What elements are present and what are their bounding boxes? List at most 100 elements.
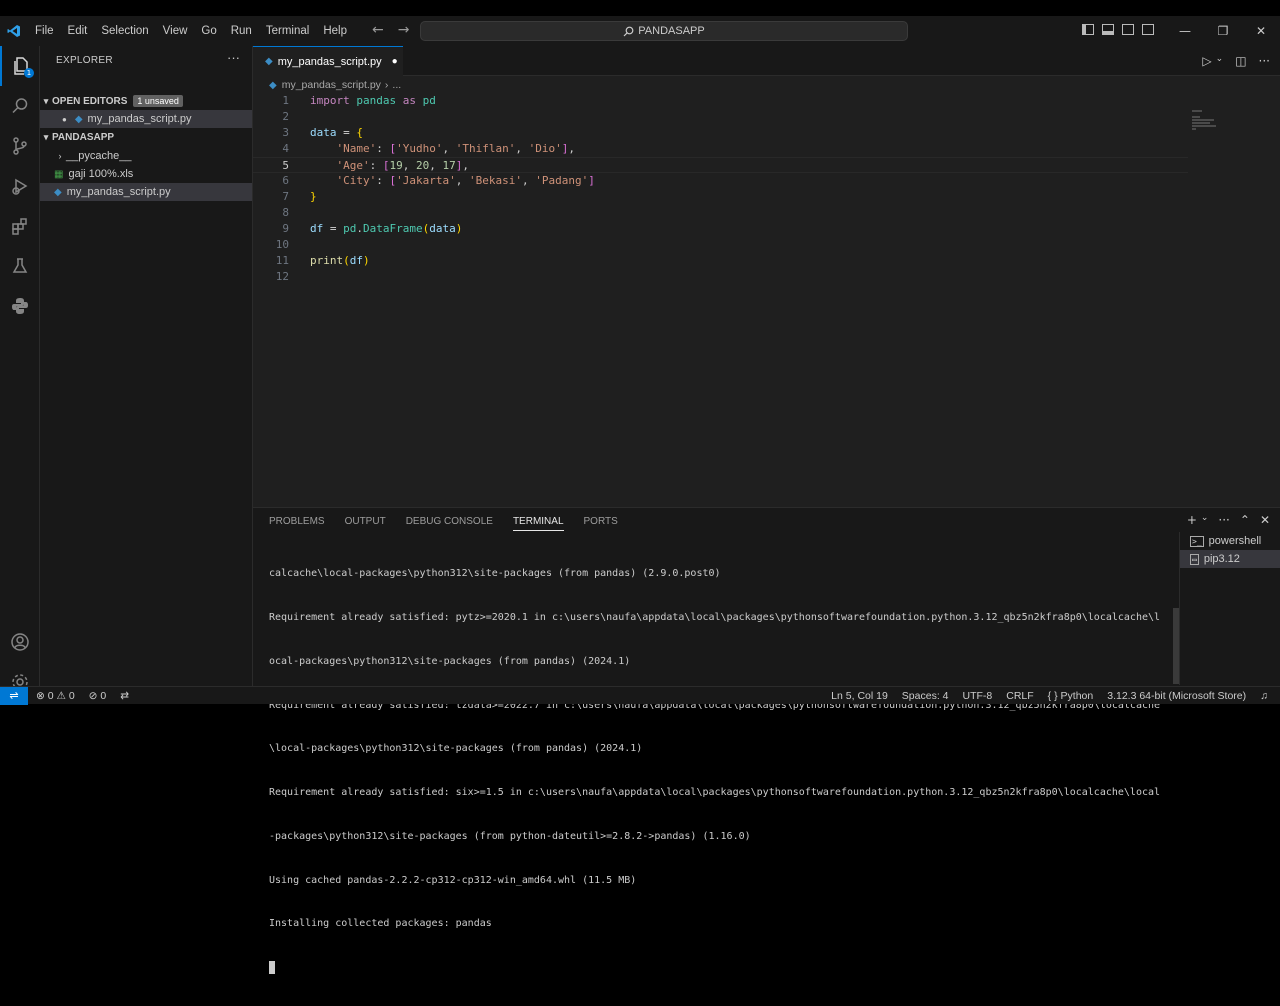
search-icon[interactable] <box>0 86 40 126</box>
terminal-item-powershell[interactable]: >_ powershell <box>1180 532 1280 550</box>
breadcrumb-symbols[interactable]: ... <box>392 79 401 91</box>
tab-problems[interactable]: PROBLEMS <box>269 516 325 531</box>
terminal-name: powershell <box>1208 535 1262 547</box>
title-bar: File Edit Selection View Go Run Terminal… <box>0 16 1280 46</box>
folder-label: PANDASAPP <box>52 131 115 143</box>
explorer-icon[interactable]: 1 <box>0 46 40 86</box>
close-panel-icon[interactable]: ✕ <box>1260 513 1270 527</box>
tab-label: my_pandas_script.py <box>277 55 382 68</box>
testing-icon[interactable] <box>0 246 40 286</box>
menu-edit[interactable]: Edit <box>61 25 95 37</box>
toggle-primary-sidebar-icon[interactable] <box>1082 24 1094 35</box>
run-python-file-icon[interactable]: ▷ <box>1202 54 1211 68</box>
menu-run[interactable]: Run <box>224 25 259 37</box>
terminal-name: pip3.12 <box>1203 553 1240 565</box>
vscode-logo-icon <box>0 16 28 46</box>
code-line: 8 <box>282 206 289 219</box>
folder-section[interactable]: ▾ PANDASAPP <box>40 128 252 146</box>
toggle-secondary-sidebar-icon[interactable] <box>1122 24 1134 35</box>
explorer-sidebar: EXPLORER ··· ▾ OPEN EDITORS 1 unsaved ● … <box>40 46 253 686</box>
code-line: 12 <box>275 270 289 283</box>
open-editor-filename: my_pandas_script.py <box>87 113 192 125</box>
tab-output[interactable]: OUTPUT <box>345 516 386 531</box>
split-editor-icon[interactable]: ◫ <box>1235 54 1246 68</box>
terminal-line: calcache\local-packages\python312\site-p… <box>269 568 721 580</box>
code-line: 4 'Name': ['Yudho', 'Thiflan', 'Dio'], <box>282 142 575 155</box>
panel-tabs: PROBLEMS OUTPUT DEBUG CONSOLE TERMINAL P… <box>269 516 618 531</box>
dirty-dot-icon[interactable]: ● <box>62 115 67 124</box>
editor-tab-script[interactable]: ◆ my_pandas_script.py ● <box>253 46 403 76</box>
vscode-window: File Edit Selection View Go Run Terminal… <box>0 16 1280 975</box>
minimize-button[interactable]: — <box>1166 16 1204 46</box>
terminal-line: Using cached pandas-2.2.2-cp312-cp312-wi… <box>269 874 637 886</box>
account-icon[interactable] <box>0 622 40 662</box>
run-debug-icon[interactable] <box>0 166 40 206</box>
indentation[interactable]: Spaces: 4 <box>902 690 949 702</box>
menu-go[interactable]: Go <box>194 25 223 37</box>
terminal-line: ocal-packages\python312\site-packages (f… <box>269 655 631 667</box>
unsaved-badge: 1 unsaved <box>133 95 183 107</box>
forward-arrow-icon[interactable]: → <box>398 22 410 38</box>
close-button[interactable]: ✕ <box>1242 16 1280 46</box>
problems-status[interactable]: ⊗ 0 ⚠ 0 <box>36 690 75 702</box>
terminal-cursor <box>269 961 275 975</box>
menu-file[interactable]: File <box>28 25 61 37</box>
breadcrumb-file[interactable]: my_pandas_script.py <box>282 79 381 91</box>
menu-terminal[interactable]: Terminal <box>259 25 316 37</box>
notifications-bell-icon[interactable]: ♫ <box>1260 690 1268 702</box>
tab-terminal[interactable]: TERMINAL <box>512 516 564 531</box>
live-share-icon[interactable]: ⇄ <box>120 690 129 702</box>
more-actions-icon[interactable]: ··· <box>1218 513 1229 527</box>
code-line: 6 'City': ['Jakarta', 'Bekasi', 'Padang'… <box>282 174 595 187</box>
code-line: 9 df = pd.DataFrame(data) <box>282 222 463 235</box>
code-line: 11 print(df) <box>275 254 370 267</box>
cursor-position[interactable]: Ln 5, Col 19 <box>831 690 888 702</box>
tab-ports[interactable]: PORTS <box>584 516 618 531</box>
ports-status[interactable]: ⊘ 0 <box>89 690 107 702</box>
customize-layout-icon[interactable] <box>1142 24 1154 35</box>
line-ending[interactable]: CRLF <box>1006 690 1033 702</box>
back-arrow-icon[interactable]: ← <box>372 22 384 38</box>
python-interpreter[interactable]: 3.12.3 64-bit (Microsoft Store) <box>1107 690 1246 702</box>
python-file-icon: ◆ <box>74 113 83 125</box>
tree-item-gaji-xls[interactable]: ▦ gaji 100%.xls <box>40 165 252 183</box>
terminal-line: -packages\python312\site-packages (from … <box>269 830 751 842</box>
chevron-down-icon[interactable]: ⌄ <box>1201 513 1209 527</box>
chevron-down-icon: ▾ <box>43 95 49 106</box>
code-line: 3 data = { <box>282 126 363 139</box>
remote-indicator-icon[interactable]: ⇌ <box>0 686 28 705</box>
menu-selection[interactable]: Selection <box>94 25 155 37</box>
bottom-panel: PROBLEMS OUTPUT DEBUG CONSOLE TERMINAL P… <box>253 507 1280 975</box>
tree-item-pycache[interactable]: › __pycache__ <box>40 147 252 165</box>
code-line: 2 <box>282 110 289 123</box>
more-actions-icon[interactable]: ··· <box>1259 54 1270 68</box>
menu-view[interactable]: View <box>156 25 195 37</box>
editor-tab-bar: ◆ my_pandas_script.py ● ▷ ⌄ ◫ ··· <box>253 46 1280 76</box>
terminal-output[interactable]: calcache\local-packages\python312\site-p… <box>269 538 1164 1006</box>
terminal-item-pip[interactable]: ▭ pip3.12 <box>1180 550 1280 568</box>
python-icon[interactable] <box>0 286 40 326</box>
chevron-down-icon[interactable]: ⌄ <box>1216 54 1224 68</box>
maximize-button[interactable]: ❐ <box>1204 16 1242 46</box>
terminal-line: \local-packages\python312\site-packages … <box>269 743 643 755</box>
extensions-icon[interactable] <box>0 206 40 246</box>
menu-help[interactable]: Help <box>316 25 354 37</box>
open-editor-item[interactable]: ● ◆ my_pandas_script.py <box>40 110 252 128</box>
minimap[interactable] <box>1192 110 1222 131</box>
source-control-icon[interactable] <box>0 126 40 166</box>
toggle-panel-icon[interactable] <box>1102 24 1114 35</box>
new-terminal-icon[interactable]: + <box>1187 513 1197 527</box>
maximize-panel-icon[interactable]: ⌃ <box>1240 513 1250 527</box>
more-actions-icon[interactable]: ··· <box>227 50 240 65</box>
code-line: 10 <box>275 238 289 251</box>
spreadsheet-file-icon: ▦ <box>54 168 64 180</box>
encoding[interactable]: UTF-8 <box>963 690 993 702</box>
open-editors-section[interactable]: ▾ OPEN EDITORS 1 unsaved <box>40 92 252 110</box>
code-editor[interactable]: 1 import pandas as pd 2 3 data = { 4 'Name… <box>253 93 1263 285</box>
command-center-search[interactable]: PANDASAPP <box>420 21 908 41</box>
unsaved-dot-icon[interactable]: ● <box>392 56 398 67</box>
language-mode[interactable]: { } Python <box>1048 690 1094 702</box>
tree-item-script[interactable]: ◆ my_pandas_script.py <box>40 183 252 201</box>
open-editors-label: OPEN EDITORS <box>52 95 128 107</box>
tab-debug-console[interactable]: DEBUG CONSOLE <box>406 516 493 531</box>
